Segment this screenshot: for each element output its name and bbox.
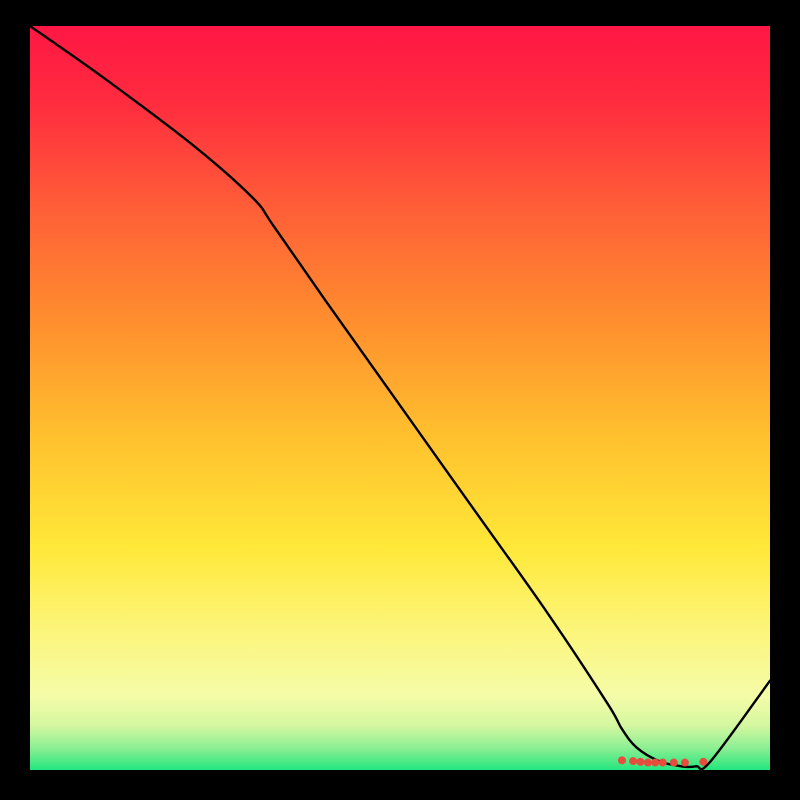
- marker-dot: [618, 756, 626, 764]
- bottleneck-chart: [0, 0, 800, 800]
- marker-dot: [670, 759, 678, 767]
- marker-dot: [651, 759, 659, 767]
- gradient-background: [30, 26, 770, 770]
- marker-dot: [681, 759, 689, 767]
- marker-dot: [699, 758, 707, 766]
- marker-dot: [644, 759, 652, 767]
- marker-dot: [637, 758, 645, 766]
- plot-area: [0, 0, 800, 800]
- chart-frame: TheBottleneck.com: [0, 0, 800, 800]
- marker-dot: [659, 759, 667, 767]
- marker-dot: [629, 757, 637, 765]
